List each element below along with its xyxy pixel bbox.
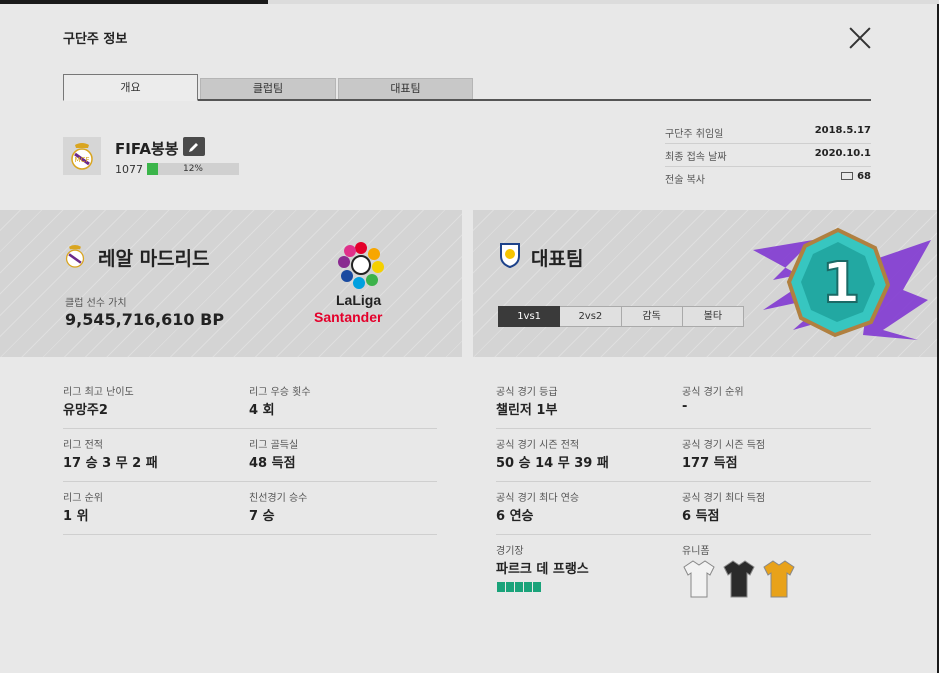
star-icon	[497, 582, 505, 592]
laliga-logo: LaLiga Santander	[312, 240, 412, 332]
stat-item: 경기장파르크 데 프랭스	[496, 535, 683, 588]
stat-item: 공식 경기 순위 -	[682, 376, 871, 429]
stat-label: 유니폼	[682, 546, 710, 557]
owner-level: 1077	[115, 163, 143, 176]
subtab-1vs1[interactable]: 1vs1	[498, 306, 561, 327]
stat-value: 4 회	[249, 403, 275, 418]
xp-progress-bar: 12%	[147, 163, 239, 175]
santander-word: Santander	[314, 309, 383, 325]
stat-label: 경기장	[496, 546, 524, 557]
club-crest: MCF	[63, 137, 101, 175]
pencil-icon[interactable]	[183, 137, 205, 156]
stat-item: 리그 최고 난이도유망주2	[63, 376, 250, 429]
subtab-manager[interactable]: 감독	[621, 306, 683, 327]
club-value-label: 클럽 선수 가치	[65, 298, 127, 309]
stat-value: 6 득점	[682, 509, 720, 524]
meta-row-last-login: 최종 접속 날짜 2020.10.1	[665, 144, 871, 167]
stat-item: 리그 우승 횟수 4 회	[249, 376, 437, 429]
tab-overview[interactable]: 개요	[63, 74, 198, 101]
owner-nickname: FIFA봉봉	[115, 140, 179, 158]
stat-value: 유망주2	[63, 403, 108, 418]
tab-national-team[interactable]: 대표팀	[338, 78, 473, 99]
meta-label: 구단주 취임일	[665, 129, 724, 140]
stat-label: 공식 경기 최다 득점	[682, 493, 766, 504]
meta-label: 최종 접속 날짜	[665, 152, 727, 163]
white-jersey-icon[interactable]	[683, 559, 715, 599]
national-team-title: 대표팀	[531, 248, 584, 270]
stat-item: 친선경기 승수 7 승	[249, 482, 437, 535]
club-value: 9,545,716,610 BP	[65, 310, 225, 329]
star-icon	[533, 582, 541, 592]
star-icon	[524, 582, 532, 592]
close-icon[interactable]	[848, 26, 872, 50]
stat-item: 공식 경기 시즌 득점 177 득점	[682, 429, 871, 482]
meta-value: 2018.5.17	[814, 125, 871, 136]
rank-badge-number: 1	[822, 251, 861, 316]
owner-info-modal: 구단주 정보 개요 클럽팀 대표팀 MCF FIFA봉봉 1077 12% 구단…	[0, 4, 937, 673]
uniform-list	[683, 559, 795, 599]
xp-percent-label: 12%	[182, 164, 203, 174]
stat-value: 1 위	[63, 509, 89, 524]
subtab-2vs2[interactable]: 2vs2	[560, 306, 622, 327]
orange-jersey-icon[interactable]	[763, 559, 795, 599]
subtab-volta[interactable]: 볼타	[682, 306, 744, 327]
meta-label: 전술 복사	[665, 175, 705, 186]
meta-value: 2020.10.1	[814, 148, 871, 159]
stat-value: 파르크 데 프랭스	[496, 562, 589, 577]
laliga-word: LaLiga	[336, 292, 382, 308]
national-team-panel: 대표팀 1vs1 2vs2 감독 볼타 1	[473, 210, 937, 357]
stadium-rating	[497, 582, 541, 592]
stat-label: 리그 전적	[63, 440, 103, 451]
tab-bar: 개요 클럽팀 대표팀	[63, 74, 871, 101]
club-crest-small-icon	[65, 245, 85, 268]
stat-item: 리그 골득실 48 득점	[249, 429, 437, 482]
stat-item: 공식 경기 최다 득점 6 득점	[682, 482, 871, 535]
stat-label: 공식 경기 등급	[496, 387, 558, 398]
modal-title: 구단주 정보	[63, 32, 128, 47]
club-panel: 레알 마드리드 클럽 선수 가치 9,545,716,610 BP LaLiga…	[0, 210, 462, 357]
meta-row-tactic-copy: 전술 복사 68	[665, 167, 871, 190]
stat-item: 리그 전적 17 승 3 무 2 패	[63, 429, 250, 482]
rank-badge: 1	[753, 227, 931, 340]
stat-label: 친선경기 승수	[249, 493, 308, 504]
stat-value: -	[682, 399, 688, 414]
stat-value: 6 연승	[496, 509, 534, 524]
stat-label: 공식 경기 시즌 전적	[496, 440, 580, 451]
stat-item: 리그 순위 1 위	[63, 482, 250, 535]
stat-label: 공식 경기 시즌 득점	[682, 440, 766, 451]
stat-item: 공식 경기 최다 연승 6 연승	[496, 482, 683, 535]
stat-label: 공식 경기 순위	[682, 387, 744, 398]
real-madrid-crest-icon: MCF	[71, 143, 93, 170]
stat-label: 리그 순위	[63, 493, 103, 504]
stat-item: 공식 경기 등급챌린저 1부	[496, 376, 683, 429]
tactic-copy-icon	[841, 172, 854, 180]
meta-value: 68	[841, 171, 871, 182]
laliga-icon	[338, 242, 384, 289]
tactic-copy-count: 68	[857, 171, 871, 182]
stat-label: 공식 경기 최다 연승	[496, 493, 580, 504]
stat-label: 리그 최고 난이도	[63, 387, 134, 398]
tab-club-team[interactable]: 클럽팀	[200, 78, 336, 99]
stat-label: 리그 우승 횟수	[249, 387, 311, 398]
stat-item: 공식 경기 시즌 전적 50 승 14 무 39 패	[496, 429, 683, 482]
stat-label: 리그 골득실	[249, 440, 299, 451]
star-icon	[506, 582, 514, 592]
black-jersey-icon[interactable]	[723, 559, 755, 599]
stat-value: 7 승	[249, 509, 275, 524]
club-name: 레알 마드리드	[98, 248, 210, 270]
svg-text:MCF: MCF	[75, 156, 90, 164]
stat-value: 챌린저 1부	[496, 403, 558, 418]
stat-value: 50 승 14 무 39 패	[496, 456, 609, 471]
national-team-crest-icon	[500, 243, 520, 268]
meta-row-joined: 구단주 취임일 2018.5.17	[665, 121, 871, 144]
star-icon	[515, 582, 523, 592]
stat-value: 177 득점	[682, 456, 738, 471]
stat-value: 17 승 3 무 2 패	[63, 456, 158, 471]
stat-value: 48 득점	[249, 456, 296, 471]
mode-subtabs: 1vs1 2vs2 감독 볼타	[498, 306, 744, 327]
